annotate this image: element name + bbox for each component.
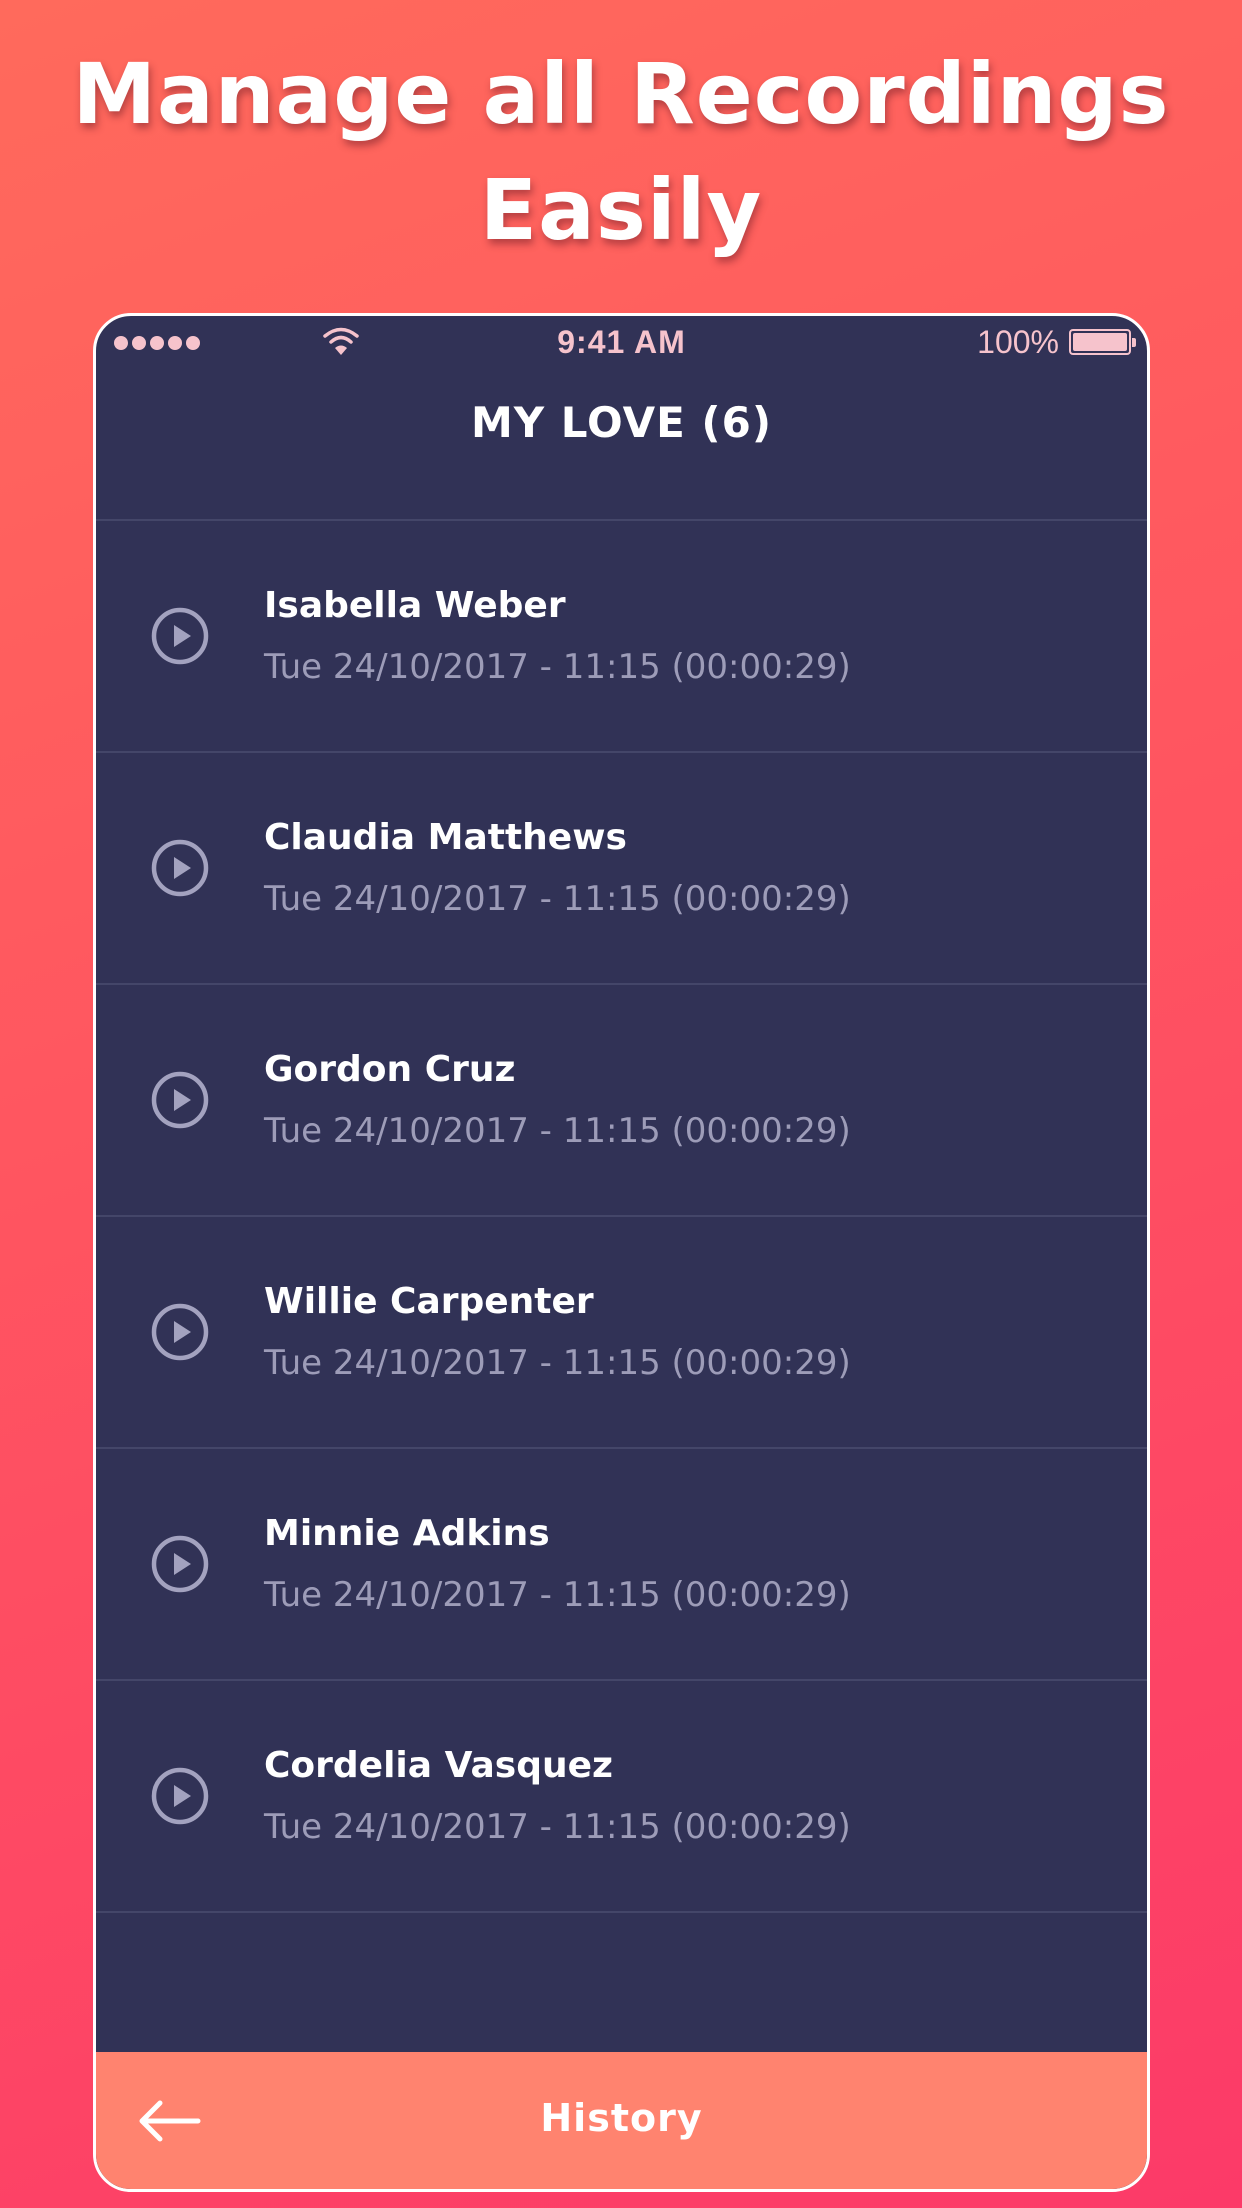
phone-frame: 9:41 AM 100% MY LOVE (6) Isabella Weber T… xyxy=(93,313,1150,2192)
recording-name: Gordon Cruz xyxy=(264,1049,516,1090)
play-icon[interactable] xyxy=(150,606,210,666)
recording-name: Willie Carpenter xyxy=(264,1281,594,1322)
recording-datetime: Tue 24/10/2017 - 11:15 (00:00:29) xyxy=(264,647,851,687)
battery-icon xyxy=(1069,329,1136,355)
battery-level xyxy=(1073,333,1127,351)
recording-datetime: Tue 24/10/2017 - 11:15 (00:00:29) xyxy=(264,1343,851,1383)
page-title: MY LOVE (6) xyxy=(470,398,773,447)
play-icon[interactable] xyxy=(150,838,210,898)
status-bar: 9:41 AM 100% xyxy=(96,316,1147,368)
recording-datetime: Tue 24/10/2017 - 11:15 (00:00:29) xyxy=(264,1575,851,1615)
recording-name: Claudia Matthews xyxy=(264,817,627,858)
play-icon[interactable] xyxy=(150,1766,210,1826)
recording-name: Isabella Weber xyxy=(264,585,566,626)
recording-name: Minnie Adkins xyxy=(264,1513,550,1554)
bottom-bar-title: History xyxy=(540,2096,703,2140)
play-icon[interactable] xyxy=(150,1070,210,1130)
recording-row[interactable]: Cordelia Vasquez Tue 24/10/2017 - 11:15 (… xyxy=(96,1681,1147,1913)
recording-datetime: Tue 24/10/2017 - 11:15 (00:00:29) xyxy=(264,1111,851,1151)
recording-datetime: Tue 24/10/2017 - 11:15 (00:00:29) xyxy=(264,1807,851,1847)
bottom-bar: History xyxy=(96,2052,1147,2189)
recording-datetime: Tue 24/10/2017 - 11:15 (00:00:29) xyxy=(264,879,851,919)
recording-row[interactable]: Gordon Cruz Tue 24/10/2017 - 11:15 (00:00… xyxy=(96,985,1147,1217)
promo-headline: Manage all Recordings Easily xyxy=(0,36,1242,268)
recording-list: Isabella Weber Tue 24/10/2017 - 11:15 (00… xyxy=(96,519,1147,1913)
recording-row[interactable]: Claudia Matthews Tue 24/10/2017 - 11:15 (… xyxy=(96,753,1147,985)
promo-headline-line-2: Easily xyxy=(479,161,763,259)
play-icon[interactable] xyxy=(150,1534,210,1594)
recording-row[interactable]: Isabella Weber Tue 24/10/2017 - 11:15 (00… xyxy=(96,521,1147,753)
play-icon[interactable] xyxy=(150,1302,210,1362)
recording-row[interactable]: Minnie Adkins Tue 24/10/2017 - 11:15 (00:… xyxy=(96,1449,1147,1681)
recording-name: Cordelia Vasquez xyxy=(264,1745,613,1786)
battery-percent: 100% xyxy=(977,324,1059,360)
recording-row[interactable]: Willie Carpenter Tue 24/10/2017 - 11:15 (… xyxy=(96,1217,1147,1449)
promo-headline-line-1: Manage all Recordings xyxy=(72,45,1170,143)
